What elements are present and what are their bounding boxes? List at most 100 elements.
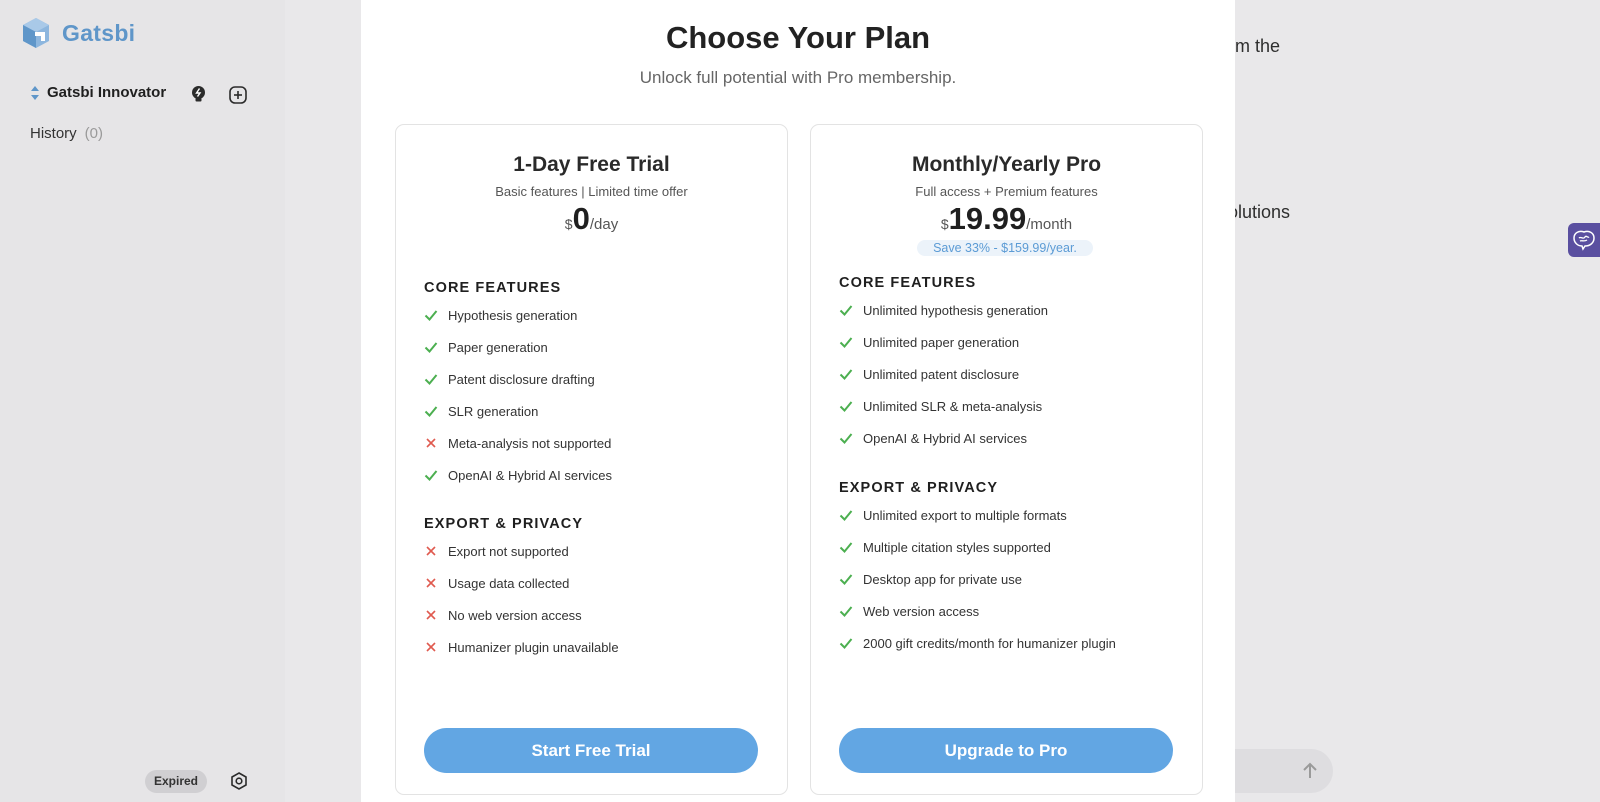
check-icon [839,606,853,617]
history-count: (0) [84,125,104,142]
feature-text: Unlimited export to multiple formats [863,507,1067,523]
plan-modal: Choose Your Plan Unlock full potential w… [361,0,1235,802]
check-icon [839,638,853,649]
feature-text: Unlimited patent disclosure [863,366,1020,382]
feature-text: Unlimited paper generation [863,334,1020,350]
check-icon [424,342,438,353]
plan-tagline: Full access + Premium features [915,184,1098,199]
check-icon [839,401,853,412]
feature-item: OpenAI & Hybrid AI services [839,422,1048,454]
modal-subtitle: Unlock full potential with Pro membershi… [639,68,957,87]
feature-item: OpenAI & Hybrid AI services [424,459,612,491]
modal-title: Choose Your Plan [665,20,931,55]
plan-price: $0/day [396,201,787,237]
section-heading-core: CORE FEATURES [424,280,562,296]
feature-list-core: Hypothesis generation Paper generation Pat… [424,299,612,491]
history-label: History [30,125,77,142]
feature-item: Meta-analysis not supported [424,427,612,459]
gatsbi-logo-icon [23,18,49,48]
check-icon [839,433,853,444]
sort-arrows-icon [31,85,39,100]
plan-card-trial: 1-Day Free Trial Basic features | Limite… [395,124,788,795]
feature-text: Usage data collected [448,575,570,591]
savings-badge: Save 33% - $159.99/year. [917,240,1093,256]
feature-item: Unlimited paper generation [839,326,1048,358]
plus-circle-icon[interactable] [229,86,247,104]
feature-item: Humanizer plugin unavailable [424,631,619,663]
check-icon [839,305,853,316]
arrow-up-icon[interactable] [1300,761,1320,781]
feature-text: Humanizer plugin unavailable [448,639,619,655]
feature-item: Web version access [839,595,1116,627]
feature-item: SLR generation [424,395,612,427]
brain-icon [1573,230,1595,251]
feature-text: OpenAI & Hybrid AI services [863,430,1028,446]
check-icon [424,374,438,385]
sidebar: Gatsbi Gatsbi Innovator History (0) Expir… [0,0,285,802]
price-period: /day [589,216,619,233]
start-free-trial-button[interactable]: Start Free Trial [424,728,758,773]
section-heading-export: EXPORT & PRIVACY [424,516,584,532]
plan-name: 1-Day Free Trial [513,153,670,176]
check-icon [424,310,438,321]
feature-item: Export not supported [424,535,619,567]
price-amount: 19.99 [948,201,1027,236]
feature-text: Paper generation [448,339,548,355]
history-link[interactable]: History (0) [30,125,103,142]
feature-text: Hypothesis generation [448,307,578,323]
brand-logo[interactable]: Gatsbi [20,17,135,49]
feature-text: Meta-analysis not supported [448,435,612,451]
status-badge: Expired [145,770,207,793]
feature-item: Multiple citation styles supported [839,531,1116,563]
upgrade-to-pro-button[interactable]: Upgrade to Pro [839,728,1173,773]
price-currency: $ [940,216,949,232]
feature-item: Patent disclosure drafting [424,363,612,395]
plan-card-pro: Monthly/Yearly Pro Full access + Premium… [810,124,1203,795]
plan-tagline: Basic features | Limited time offer [495,184,688,199]
assistant-tab[interactable] [1568,223,1600,257]
feature-text: Desktop app for private use [863,571,1022,587]
cross-icon [426,610,436,620]
check-icon [839,542,853,553]
feature-text: Export not supported [448,543,569,559]
feature-text: Unlimited hypothesis generation [863,302,1048,318]
feature-list-export: Export not supported Usage data collected… [424,535,619,663]
feature-item: Unlimited hypothesis generation [839,294,1048,326]
check-icon [839,337,853,348]
workspace-name: Gatsbi Innovator [47,84,167,101]
workspace-selector[interactable]: Gatsbi Innovator [30,84,166,101]
feature-text: 2000 gift credits/month for humanizer pl… [863,635,1116,651]
price-period: /month [1026,216,1073,233]
plan-price: $19.99/month [811,201,1202,237]
feature-item: Paper generation [424,331,612,363]
feature-item: Unlimited SLR & meta-analysis [839,390,1048,422]
feature-item: Desktop app for private use [839,563,1116,595]
feature-text: Web version access [863,603,980,619]
feature-text: OpenAI & Hybrid AI services [448,467,613,483]
feature-item: Unlimited export to multiple formats [839,499,1116,531]
feature-list-export: Unlimited export to multiple formats Mult… [839,499,1116,659]
cross-icon [426,546,436,556]
feature-item: 2000 gift credits/month for humanizer pl… [839,627,1116,659]
section-heading-export: EXPORT & PRIVACY [839,480,999,496]
feature-item: Hypothesis generation [424,299,612,331]
feature-item: Usage data collected [424,567,619,599]
feature-text: No web version access [448,607,582,623]
check-icon [839,510,853,521]
section-heading-core: CORE FEATURES [839,275,977,291]
cross-icon [426,438,436,448]
price-currency: $ [564,216,573,232]
price-amount: 0 [572,201,590,236]
check-icon [839,369,853,380]
feature-text: Multiple citation styles supported [863,539,1051,555]
feature-text: Unlimited SLR & meta-analysis [863,398,1043,414]
cross-icon [426,642,436,652]
check-icon [839,574,853,585]
lightbulb-icon[interactable] [190,85,207,103]
brand-name: Gatsbi [62,19,136,46]
plan-name: Monthly/Yearly Pro [911,153,1102,176]
feature-item: Unlimited patent disclosure [839,358,1048,390]
cross-icon [426,578,436,588]
settings-icon[interactable] [230,772,248,790]
check-icon [424,406,438,417]
